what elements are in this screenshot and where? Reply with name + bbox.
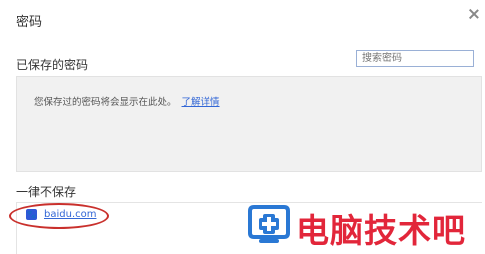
learn-more-link[interactable]: 了解详情 (182, 97, 220, 108)
close-icon[interactable] (468, 8, 480, 20)
empty-message-text: 您保存过的密码将会显示在此处。 (34, 97, 177, 108)
saved-passwords-empty-message: 您保存过的密码将会显示在此处。 了解详情 (34, 94, 220, 108)
search-passwords-input[interactable] (356, 50, 474, 67)
dialog-title: 密码 (16, 15, 43, 30)
monitor-logo-icon (248, 205, 290, 243)
saved-passwords-heading: 已保存的密码 (16, 58, 89, 72)
never-saved-heading: 一律不保存 (16, 185, 77, 199)
saved-passwords-panel: 您保存过的密码将会显示在此处。 了解详情 (16, 76, 482, 172)
watermark-text: 电脑技术吧 (296, 211, 466, 250)
highlight-ellipse (9, 203, 109, 229)
